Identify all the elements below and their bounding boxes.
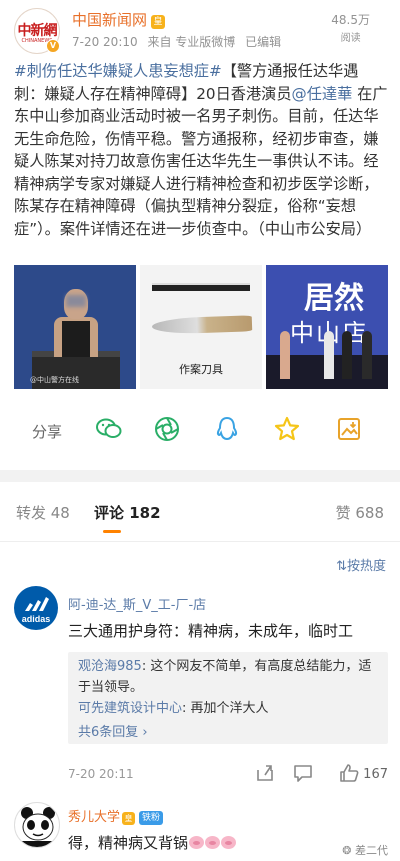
- vip-crown-icon: 皇: [151, 15, 166, 29]
- comment-text: 得，精神病又背锅: [68, 832, 237, 853]
- comment-time: 7-20 20:11: [68, 767, 134, 781]
- like-count: 167: [363, 767, 388, 782]
- tab-comments[interactable]: 评论 182: [94, 502, 161, 523]
- reply-preview-box[interactable]: 观沧海985: 这个网友不简单，有高度总结能力，适于当领导。 可先建筑设计中心:…: [68, 652, 388, 744]
- like-thumb-icon[interactable]: [338, 762, 360, 784]
- stage-person: [362, 331, 372, 379]
- share-row: 分享: [0, 408, 400, 452]
- read-count-number: 48.5万: [331, 13, 370, 27]
- more-replies-text: 共6条回复: [78, 725, 139, 740]
- knife-photo[interactable]: 作案刀具: [140, 265, 262, 389]
- knife-caption: 作案刀具: [179, 363, 223, 376]
- ruler-shape: [152, 283, 250, 291]
- suspect-photo[interactable]: @中山警方在线: [14, 265, 136, 389]
- post-header: 中新網 CHINANEWS V 中国新闻网皇 7-20 20:10 来自 专业版…: [0, 0, 400, 56]
- wechat-small-icon: ❂: [342, 844, 355, 857]
- interaction-tabs: 转发 48 评论 182 赞 688: [0, 482, 400, 542]
- qq-icon[interactable]: [212, 414, 242, 444]
- chinanews-logo: 中新網: [17, 23, 58, 39]
- active-tab-indicator: [103, 530, 121, 533]
- knife-shape: [151, 315, 253, 335]
- reply-author[interactable]: 可先建筑设计中心: [78, 701, 182, 716]
- read-count-label: 阅读: [340, 33, 361, 44]
- vip-crown-icon: 皇: [122, 812, 136, 825]
- edited-label[interactable]: 已编辑: [245, 35, 281, 49]
- stage-sign-top: 居然: [304, 281, 364, 316]
- wechat-icon[interactable]: [94, 414, 124, 444]
- fan-badge: 铁粉: [139, 811, 164, 825]
- qzone-star-icon[interactable]: [272, 414, 302, 444]
- mention-link[interactable]: @任達華: [292, 85, 353, 103]
- chevron-right-icon: ›: [138, 725, 148, 740]
- pig-emoji-icon: [205, 836, 221, 849]
- comment-text: 三大通用护身符：精神病，未成年，临时工: [68, 622, 354, 640]
- commenter-avatar[interactable]: adidas: [14, 586, 58, 630]
- share-icon[interactable]: [254, 762, 276, 784]
- moments-icon[interactable]: [152, 414, 182, 444]
- post-text-part2: 在广东中山参加商业活动时被一名男子刺伤。目前，任达华无生命危险，伤情平稳。警方通…: [14, 84, 388, 238]
- commenter-name-text[interactable]: 秀儿大学: [68, 810, 120, 825]
- commenter-name[interactable]: 阿-迪-达_斯_V_工-厂-店: [68, 594, 206, 613]
- reply-item: 可先建筑设计中心: 再加个洋大人: [78, 698, 378, 719]
- avatar-brand-text: adidas: [21, 614, 51, 624]
- sort-by-popularity[interactable]: ⇅按热度: [336, 555, 386, 574]
- post-meta: 7-20 20:10 来自 专业版微博 已编辑: [72, 33, 287, 50]
- stage-person: [342, 331, 352, 379]
- stage-person: [280, 331, 290, 379]
- account-name[interactable]: 中国新闻网皇: [72, 9, 166, 30]
- pig-emoji-icon: [189, 836, 205, 849]
- photo-grid: @中山警方在线 作案刀具 居然 中山店: [14, 265, 388, 389]
- wechat-watermark: ❂ 差二代: [342, 842, 388, 858]
- stage-person: [324, 331, 334, 379]
- panda-face-icon: [21, 807, 55, 847]
- person-shirt: [62, 321, 90, 357]
- reply-item: 观沧海985: 这个网友不简单，有高度总结能力，适于当领导。: [78, 656, 378, 698]
- tab-repost[interactable]: 转发 48: [16, 502, 70, 523]
- save-image-icon[interactable]: [334, 414, 364, 444]
- sort-arrows-icon: ⇅: [336, 559, 347, 574]
- section-divider: [0, 470, 400, 482]
- account-name-text[interactable]: 中国新闻网: [72, 11, 147, 29]
- share-label: 分享: [32, 423, 63, 441]
- verified-badge-icon: V: [46, 39, 60, 53]
- comment-icon[interactable]: [292, 762, 314, 784]
- commenter-name[interactable]: 秀儿大学皇铁粉: [68, 806, 164, 825]
- post-time: 7-20 20:10: [72, 35, 138, 49]
- topic-hashtag[interactable]: #刺伤任达华嫌疑人患妄想症#: [14, 62, 222, 80]
- more-replies-link[interactable]: 共6条回复 ›: [78, 722, 148, 743]
- pig-emoji-icon: [221, 836, 237, 849]
- sort-label: 按热度: [346, 559, 386, 574]
- commenter-avatar[interactable]: [14, 802, 60, 848]
- watermark-text: 差二代: [355, 844, 388, 857]
- tab-likes[interactable]: 赞 688: [336, 502, 384, 523]
- comment-text-body: 得，精神病又背锅: [68, 834, 189, 852]
- photo-watermark: @中山警方在线: [30, 376, 79, 384]
- face-blur: [66, 295, 86, 307]
- read-count: 48.5万 阅读: [331, 11, 370, 44]
- post-body: #刺伤任达华嫌疑人患妄想症#【警方通报任达华遇刺：嫌疑人存在精神障碍】20日香港…: [14, 60, 388, 240]
- post-source: 来自 专业版微博: [147, 35, 236, 49]
- adidas-logo-icon: [25, 597, 49, 611]
- reply-author[interactable]: 观沧海985: [78, 659, 142, 674]
- reply-text: : 再加个洋大人: [182, 701, 269, 716]
- stage-photo[interactable]: 居然 中山店: [266, 265, 388, 389]
- comment-footer: 7-20 20:11 167: [68, 762, 388, 788]
